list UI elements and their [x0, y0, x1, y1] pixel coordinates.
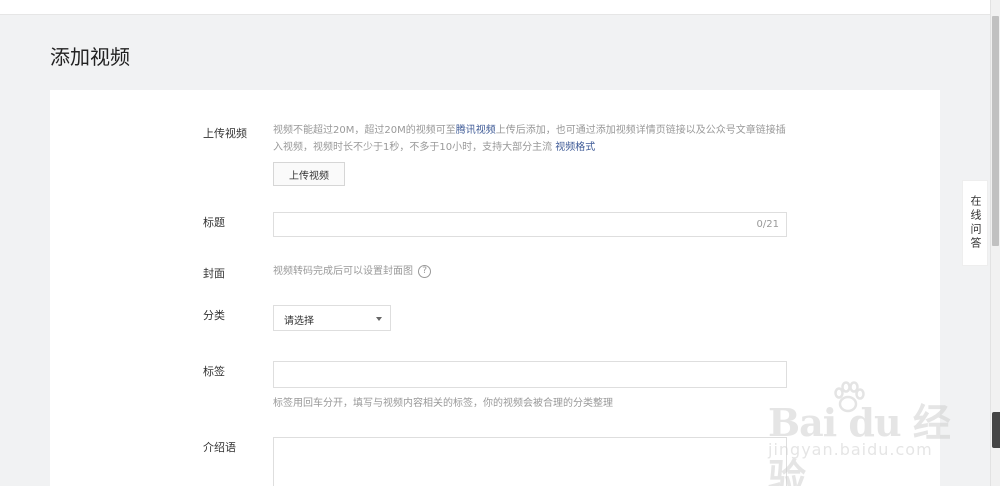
help-icon[interactable]: ? — [418, 264, 432, 278]
baidu-jingyan-watermark: Bai du 经验 jingyan.baidu.com — [760, 380, 960, 486]
watermark-text: Bai du 经验 — [768, 400, 951, 486]
scrollbar-thumb[interactable] — [992, 16, 999, 246]
watermark-url: jingyan.baidu.com — [768, 440, 933, 459]
cover-hint: 视频转码完成后可以设置封面图 ? — [273, 263, 432, 280]
category-label: 分类 — [203, 309, 225, 322]
chevron-down-icon — [376, 317, 382, 321]
upload-hint: 视频不能超过20M，超过20M的视频可至腾讯视频上传后添加，也可通过添加视频详情… — [273, 122, 793, 156]
category-selected-value: 请选择 — [284, 316, 314, 327]
cover-hint-text: 视频转码完成后可以设置封面图 — [273, 266, 413, 277]
tags-label: 标签 — [203, 365, 225, 378]
title-char-counter: 0/21 — [756, 219, 779, 230]
video-format-link[interactable]: 视频格式 — [555, 142, 595, 153]
upload-hint-text-1: 视频不能超过20M，超过20M的视频可至 — [273, 125, 456, 136]
tags-input[interactable] — [273, 361, 787, 388]
tencent-video-link[interactable]: 腾讯视频 — [456, 125, 496, 136]
online-qa-button[interactable]: 在线问答 — [962, 180, 988, 266]
upload-hint-text-3: 入视频，视频时长不少于1秒，不多于10小时，支持大部分主流 — [273, 142, 553, 153]
upload-video-label: 上传视频 — [203, 127, 247, 140]
tags-hint: 标签用回车分开，填写与视频内容相关的标签，你的视频会被合理的分类整理 — [273, 398, 613, 409]
page-title: 添加视频 — [50, 45, 130, 69]
online-qa-label: 在线问答 — [969, 195, 982, 251]
side-widget-tab[interactable] — [992, 412, 1000, 448]
intro-textarea[interactable] — [273, 437, 787, 486]
top-bar — [0, 0, 990, 15]
title-label: 标题 — [203, 216, 225, 229]
intro-label: 介绍语 — [203, 441, 236, 454]
title-input[interactable]: 0/21 — [273, 212, 787, 237]
upload-hint-text-2: 上传后添加，也可通过添加视频详情页链接以及公众号文章链接插 — [495, 125, 786, 136]
cover-label: 封面 — [203, 267, 225, 280]
category-select[interactable]: 请选择 — [273, 305, 391, 331]
upload-video-button[interactable]: 上传视频 — [273, 162, 345, 186]
